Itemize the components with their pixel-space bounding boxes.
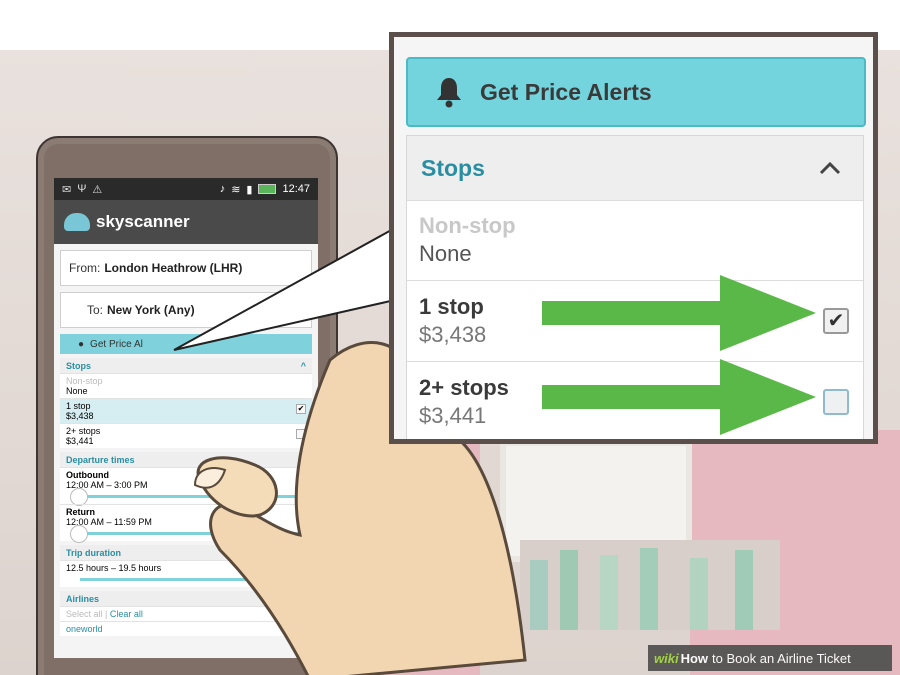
wikihow-watermark: wiki How to Book an Airline Ticket	[648, 645, 892, 671]
from-value: London Heathrow (LHR)	[104, 261, 243, 275]
skyscanner-logo-icon	[64, 213, 90, 231]
book	[735, 550, 753, 630]
get-price-alerts-label: Get Price Alerts	[480, 78, 652, 105]
status-icons-right: ♪ ≋ ▮ 12:47	[220, 183, 310, 196]
app-header: skyscanner	[54, 200, 318, 244]
warning-icon: ⚠	[92, 183, 103, 196]
stop-name: Non-stop	[419, 213, 516, 238]
trip-duration-heading: Trip duration	[66, 547, 121, 558]
usb-icon: Ψ	[77, 182, 87, 195]
from-field[interactable]: From: London Heathrow (LHR)	[60, 250, 312, 286]
illustration-scene: ✉ Ψ ⚠ ♪ ≋ ▮ 12:47 skyscanner From: Londo…	[0, 0, 900, 675]
to-value: New York (Any)	[107, 303, 195, 317]
app-name: skyscanner	[96, 212, 190, 231]
green-arrow-right-icon	[542, 275, 816, 351]
stops-heading: Stops	[66, 360, 92, 371]
price-alert-label: Get Price Al	[90, 338, 143, 350]
stops-title: Stops	[421, 154, 485, 181]
bell-icon: ●	[78, 338, 85, 350]
checkmark-icon: ✔	[827, 310, 845, 332]
watermark-how: How	[680, 650, 709, 666]
stops-panel-header[interactable]: Stops	[407, 136, 863, 201]
book	[600, 555, 618, 630]
bell-icon	[437, 78, 461, 108]
airlines-heading: Airlines	[66, 593, 100, 604]
zoom-callout: Get Price Alerts Stops Non-stop None 1 s…	[389, 32, 878, 444]
airline-name: oneworld	[66, 624, 103, 634]
slider-handle[interactable]	[70, 525, 88, 543]
mute-icon: ♪	[219, 183, 226, 195]
signal-icon: ▮	[246, 183, 253, 196]
wifi-icon: ≋	[231, 183, 241, 196]
stop-price: None	[419, 241, 472, 266]
from-label: From:	[69, 261, 101, 275]
book	[640, 548, 658, 630]
green-arrow-right-icon	[542, 359, 816, 435]
to-label: To:	[87, 303, 104, 317]
checkbox-checked[interactable]: ✔	[823, 308, 849, 334]
book	[560, 550, 578, 630]
departure-heading: Departure times	[66, 454, 135, 465]
mail-icon: ✉	[62, 183, 72, 196]
stop-option-nonstop: Non-stop None	[407, 201, 863, 281]
status-icons-left: ✉ Ψ ⚠	[62, 183, 102, 196]
checkbox-unchecked[interactable]	[823, 389, 849, 415]
select-all-link[interactable]: Select all	[66, 609, 103, 619]
background-shelf	[520, 540, 780, 630]
book	[690, 558, 708, 630]
watermark-wiki: wiki	[654, 650, 679, 666]
clear-all-link[interactable]: Clear all	[110, 609, 143, 619]
status-bar: ✉ Ψ ⚠ ♪ ≋ ▮ 12:47	[54, 178, 318, 200]
status-time: 12:47	[282, 183, 310, 195]
watermark-title: to Book an Airline Ticket	[712, 650, 851, 666]
get-price-alerts-button[interactable]: Get Price Alerts	[406, 57, 866, 127]
battery-icon	[258, 184, 277, 194]
chevron-up-icon[interactable]	[819, 161, 841, 175]
